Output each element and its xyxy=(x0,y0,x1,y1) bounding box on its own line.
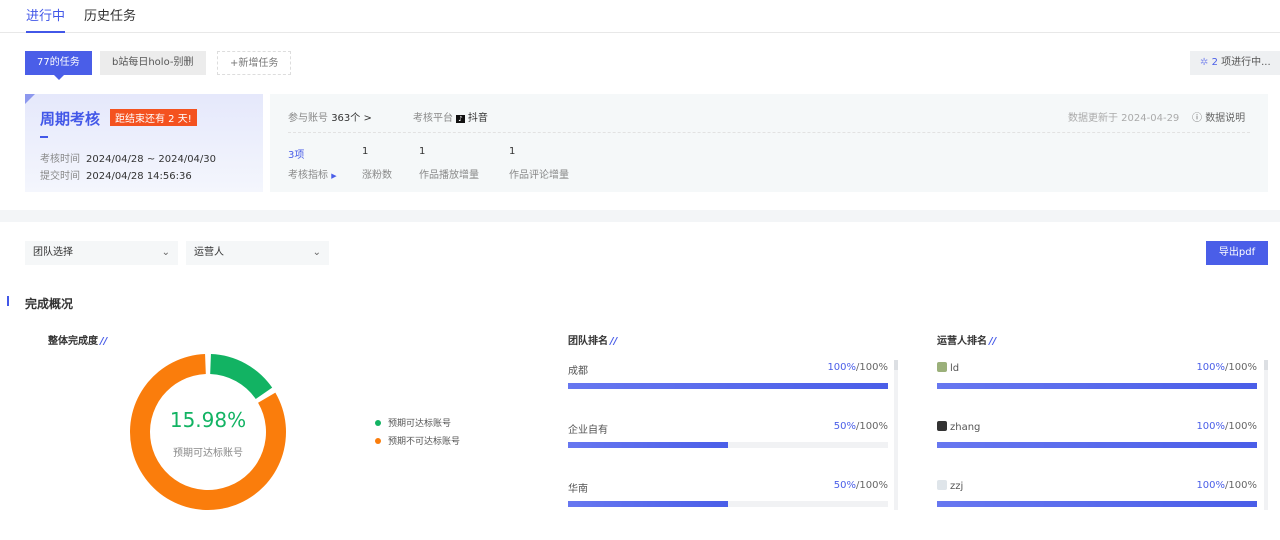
countdown-badge: 距结束还有 2 天! xyxy=(110,109,197,126)
progress-bar xyxy=(568,501,888,507)
progress-bar xyxy=(568,383,888,389)
rank-value: 100%/100% xyxy=(1196,421,1257,432)
donut-percent: 15.98% xyxy=(169,408,247,432)
team-select[interactable]: 团队选择 ⌄ xyxy=(25,241,178,265)
period-title: 周期考核 xyxy=(40,110,101,128)
chevron-down-icon: ⌄ xyxy=(312,247,321,258)
rank-name: 企业自有 xyxy=(568,425,608,436)
metric-label: 作品评论增量 xyxy=(509,170,569,181)
rank-value: 50%/100% xyxy=(833,421,888,432)
section-title: 完成概况 xyxy=(25,297,74,311)
period-card: 周期考核 距结束还有 2 天! 考核时间 2024/04/28 ~ 2024/04… xyxy=(25,94,263,192)
period-time: 考核时间 2024/04/28 ~ 2024/04/30 xyxy=(40,154,217,165)
progress-fill xyxy=(568,501,728,507)
avatar xyxy=(937,362,947,372)
rank-row: zhang 100%/100% xyxy=(937,421,1257,461)
data-explain-link[interactable]: ⓘ 数据说明 xyxy=(1192,109,1245,124)
spinner-icon: ✲ xyxy=(1200,57,1212,68)
progress-bar xyxy=(568,442,888,448)
tab-in-progress[interactable]: 进行中 xyxy=(26,5,66,33)
rank-name: zhang xyxy=(937,421,980,433)
title-underline xyxy=(40,136,48,138)
metric-label: 涨粉数 xyxy=(362,170,392,181)
douyin-icon: ♪ xyxy=(456,115,465,123)
rank-row: zzj 100%/100% xyxy=(937,480,1257,520)
divider xyxy=(288,132,1250,133)
section-marker xyxy=(7,296,9,306)
operator-scrollbar[interactable] xyxy=(1264,360,1268,510)
progress-fill xyxy=(937,383,1257,389)
submit-time: 提交时间 2024/04/28 14:56:36 xyxy=(40,171,192,182)
platform: 考核平台 ♪ 抖音 xyxy=(413,113,488,124)
metric-value: 1 xyxy=(362,146,369,157)
rank-value: 100%/100% xyxy=(1196,362,1257,373)
rank-row: 企业自有 50%/100% xyxy=(568,421,888,461)
progress-bar xyxy=(937,383,1257,389)
help-icon: ⓘ xyxy=(1192,113,1202,124)
task-chip-77[interactable]: 77的任务 xyxy=(25,51,92,80)
metric-count[interactable]: 3项 xyxy=(288,146,304,161)
progress-fill xyxy=(937,501,1257,507)
tab-bar: 进行中 历史任务 xyxy=(0,0,1280,33)
rank-name: ld xyxy=(937,362,959,374)
rank-row: 华南 50%/100% xyxy=(568,480,888,520)
running-label: 项进行中... xyxy=(1217,57,1271,68)
completion-donut xyxy=(130,354,286,510)
team-rank-title: 团队排名// xyxy=(568,336,618,347)
metric-label: 作品播放增量 xyxy=(419,170,479,181)
running-tasks-button[interactable]: ✲ 2 项进行中... xyxy=(1190,51,1280,75)
metric-value: 1 xyxy=(509,146,516,157)
legend-item: 预期不可达标账号 xyxy=(375,434,460,447)
rank-value: 100%/100% xyxy=(827,362,888,373)
info-card: 参与账号 363个 > 考核平台 ♪ 抖音 数据更新于 2024-04-29 ⓘ… xyxy=(270,94,1268,192)
updated-time: 数据更新于 2024-04-29 xyxy=(1068,113,1180,124)
caret-right-icon: ▶ xyxy=(331,172,337,180)
rank-row: 成都 100%/100% xyxy=(568,362,888,402)
progress-fill xyxy=(568,383,888,389)
metric-value: 1 xyxy=(419,146,426,157)
task-panel: 进行中 历史任务 77的任务 b站每日holo-别删 +新增任务 ✲ 2 项进行… xyxy=(0,0,1280,210)
overview-panel: 团队选择 ⌄ 运营人 ⌄ 导出pdf 完成概况 整体完成度// 15.98% 预期可… xyxy=(0,222,1280,540)
rank-row: ld 100%/100% xyxy=(937,362,1257,402)
metric-label[interactable]: 考核指标 ▶ xyxy=(288,166,337,181)
progress-bar xyxy=(937,442,1257,448)
add-task-button[interactable]: +新增任务 xyxy=(217,51,292,75)
team-scrollbar[interactable] xyxy=(894,360,898,510)
chevron-down-icon: ⌄ xyxy=(161,247,170,258)
tab-history[interactable]: 历史任务 xyxy=(84,5,136,24)
operator-rank-title: 运营人排名// xyxy=(937,336,997,347)
export-pdf-button[interactable]: 导出pdf xyxy=(1206,241,1268,265)
donut-label: 预期可达标账号 xyxy=(173,448,243,459)
rank-value: 100%/100% xyxy=(1196,480,1257,491)
avatar xyxy=(937,421,947,431)
rank-name: 华南 xyxy=(568,484,588,495)
accounts-link[interactable]: 参与账号 363个 > xyxy=(288,109,372,124)
task-chip-bilibili[interactable]: b站每日holo-别删 xyxy=(100,51,206,75)
donut-slice-reachable[interactable] xyxy=(210,354,273,400)
rank-value: 50%/100% xyxy=(833,480,888,491)
progress-fill xyxy=(937,442,1257,448)
progress-fill xyxy=(568,442,728,448)
legend-item: 预期可达标账号 xyxy=(375,416,451,429)
rank-name: 成都 xyxy=(568,366,588,377)
avatar xyxy=(937,480,947,490)
operator-select[interactable]: 运营人 ⌄ xyxy=(186,241,329,265)
overall-title: 整体完成度// xyxy=(48,336,108,347)
rank-name: zzj xyxy=(937,480,963,492)
progress-bar xyxy=(937,501,1257,507)
